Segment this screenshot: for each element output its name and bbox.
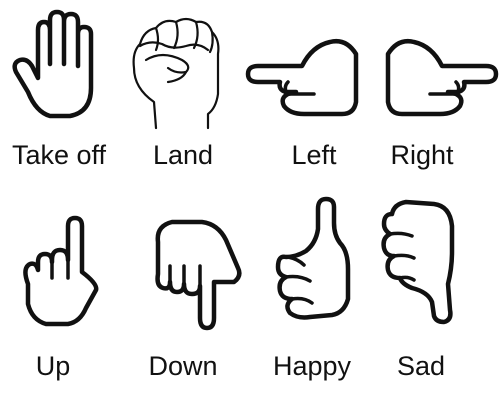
gesture-legend: Take off Land Left Right Up Down Happy S… — [0, 0, 500, 400]
thumbs-down-icon — [378, 196, 478, 326]
gesture-label-happy: Happy — [272, 351, 352, 381]
gesture-label-up: Up — [35, 351, 71, 381]
gesture-label-right: Right — [390, 140, 454, 170]
gesture-label-left: Left — [291, 140, 337, 170]
gesture-label-land: Land — [152, 140, 214, 170]
gesture-label-take-off: Take off — [11, 140, 107, 170]
pointing-right-icon — [380, 32, 500, 122]
pointing-up-icon — [14, 212, 114, 342]
thumbs-up-icon — [270, 195, 370, 325]
gesture-label-down: Down — [148, 351, 218, 381]
open-palm-icon — [10, 8, 110, 128]
pointing-left-icon — [244, 32, 364, 122]
pointing-down-icon — [146, 212, 246, 342]
raised-fist-icon — [126, 10, 226, 130]
gesture-label-sad: Sad — [396, 351, 446, 381]
